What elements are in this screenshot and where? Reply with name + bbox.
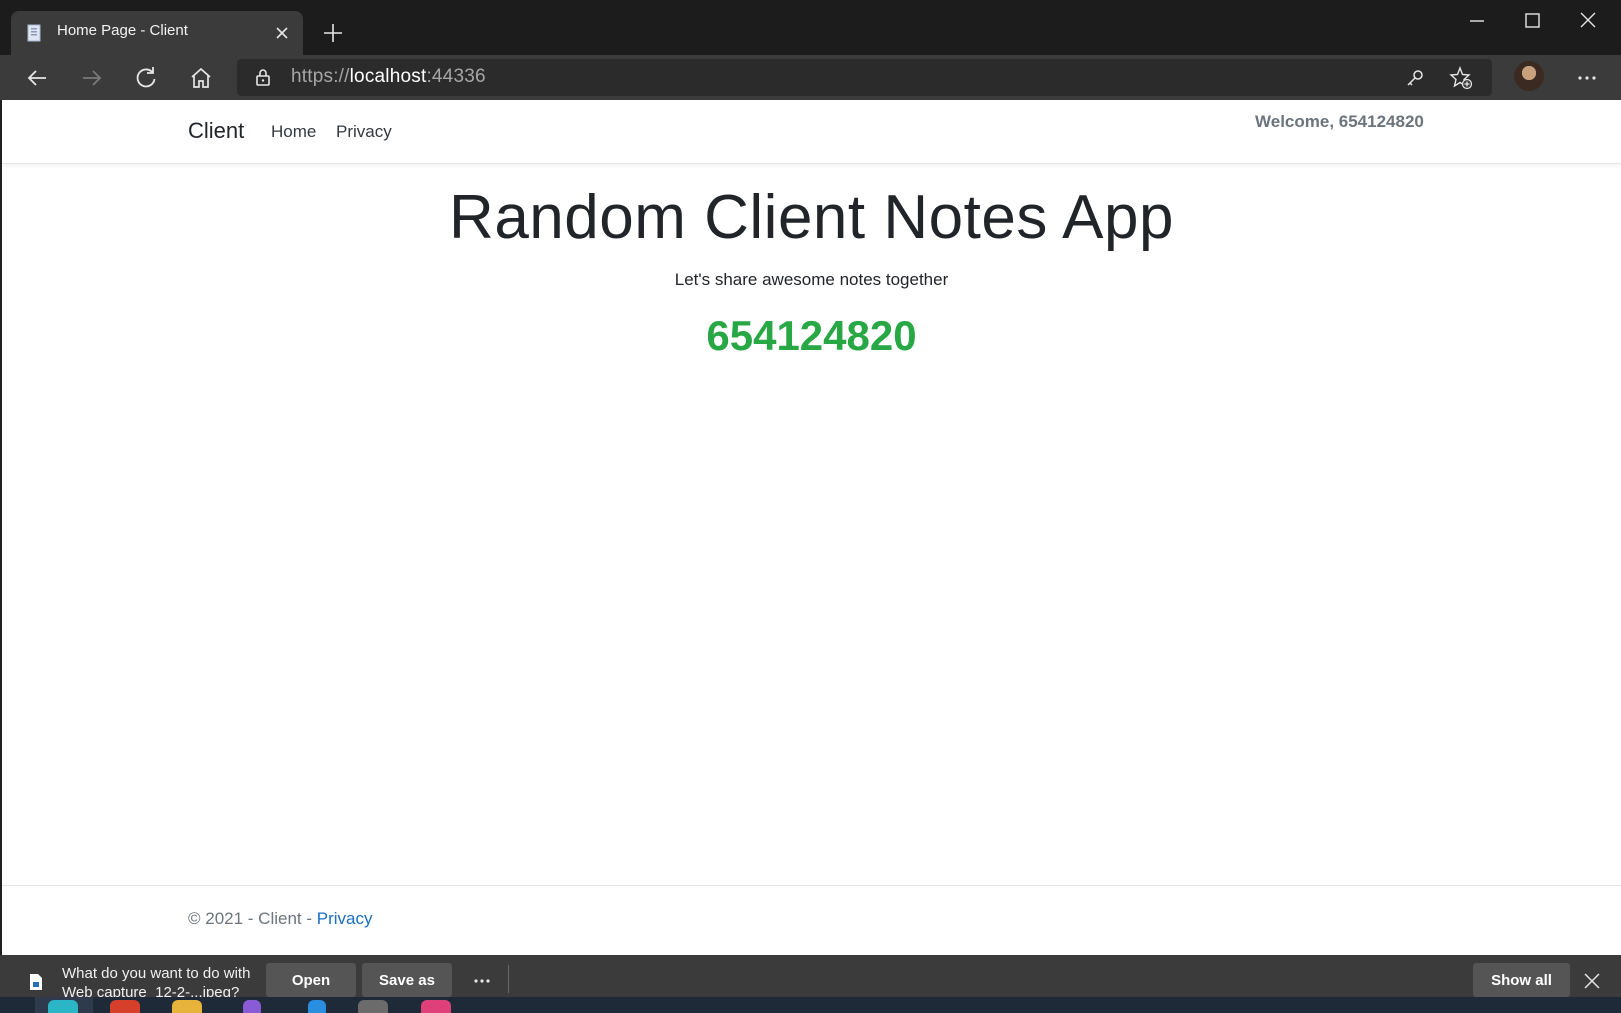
site-navbar: Client Home Privacy Welcome, 654124820 bbox=[2, 100, 1621, 164]
close-icon[interactable] bbox=[1568, 8, 1608, 34]
save-as-button[interactable]: Save as bbox=[362, 963, 452, 997]
window-taskbar-icon[interactable] bbox=[358, 1000, 388, 1013]
more-icon[interactable] bbox=[1572, 63, 1602, 93]
back-arrow-icon[interactable] bbox=[22, 63, 52, 93]
key-icon[interactable] bbox=[1404, 67, 1426, 89]
browser-titlebar: Home Page - Client bbox=[0, 0, 1621, 55]
edge-taskbar-icon[interactable] bbox=[48, 1000, 78, 1013]
nav-link-privacy[interactable]: Privacy bbox=[336, 122, 392, 142]
folder-taskbar-icon[interactable] bbox=[172, 1000, 202, 1013]
browser-toolbar: https://localhost:44336 bbox=[0, 55, 1621, 100]
download-prompt: What do you want to do with Web capture_… bbox=[62, 965, 251, 997]
url-scheme: https:// bbox=[291, 66, 350, 87]
welcome-text: Welcome, 654124820 bbox=[1255, 112, 1424, 131]
file-icon bbox=[30, 974, 42, 990]
download-bar: What do you want to do with Web capture_… bbox=[0, 955, 1621, 997]
app2-taskbar-icon[interactable] bbox=[421, 1000, 451, 1013]
refresh-icon[interactable] bbox=[131, 63, 161, 93]
footer-text: © 2021 - Client - Privacy bbox=[188, 909, 372, 929]
profile-avatar[interactable] bbox=[1514, 61, 1544, 91]
app-taskbar-icon[interactable] bbox=[110, 1000, 140, 1013]
page-title: Random Client Notes App bbox=[449, 183, 1174, 252]
add-favorite-icon[interactable] bbox=[1449, 66, 1473, 90]
footer-privacy-link[interactable]: Privacy bbox=[317, 909, 373, 928]
close-tab-icon[interactable] bbox=[271, 22, 293, 44]
client-id: 654124820 bbox=[706, 312, 917, 359]
url-port: :44336 bbox=[426, 66, 486, 87]
tab-title: Home Page - Client bbox=[57, 22, 188, 39]
url-host: localhost bbox=[349, 66, 427, 87]
more-options-icon[interactable] bbox=[470, 969, 494, 993]
page-viewport: Client Home Privacy Welcome, 654124820 R… bbox=[2, 100, 1621, 955]
nav-link-home[interactable]: Home bbox=[271, 122, 316, 142]
browser-tab[interactable]: Home Page - Client bbox=[11, 11, 303, 55]
show-all-button[interactable]: Show all bbox=[1473, 963, 1570, 997]
forward-arrow-icon[interactable] bbox=[77, 63, 107, 93]
visual-studio-taskbar-icon[interactable] bbox=[243, 1000, 261, 1013]
new-tab-icon[interactable] bbox=[320, 20, 346, 46]
page-icon bbox=[27, 24, 41, 42]
lock-icon[interactable] bbox=[253, 67, 273, 87]
page-subtitle: Let's share awesome notes together bbox=[674, 270, 949, 289]
home-icon[interactable] bbox=[186, 63, 216, 93]
open-button[interactable]: Open bbox=[266, 963, 356, 997]
maximize-icon[interactable] bbox=[1512, 8, 1552, 34]
footer-copyright: © 2021 - Client - bbox=[188, 909, 317, 928]
minimize-icon[interactable] bbox=[1457, 8, 1497, 34]
divider bbox=[508, 965, 509, 993]
navbar-brand[interactable]: Client bbox=[188, 118, 244, 144]
address-bar[interactable]: https://localhost:44336 bbox=[237, 59, 1492, 96]
vscode-taskbar-icon[interactable] bbox=[308, 1000, 326, 1013]
url-text[interactable]: https://localhost:44336 bbox=[291, 66, 486, 88]
site-footer: © 2021 - Client - Privacy bbox=[2, 885, 1621, 956]
os-taskbar bbox=[0, 997, 1621, 1013]
close-download-bar-icon[interactable] bbox=[1582, 971, 1602, 991]
